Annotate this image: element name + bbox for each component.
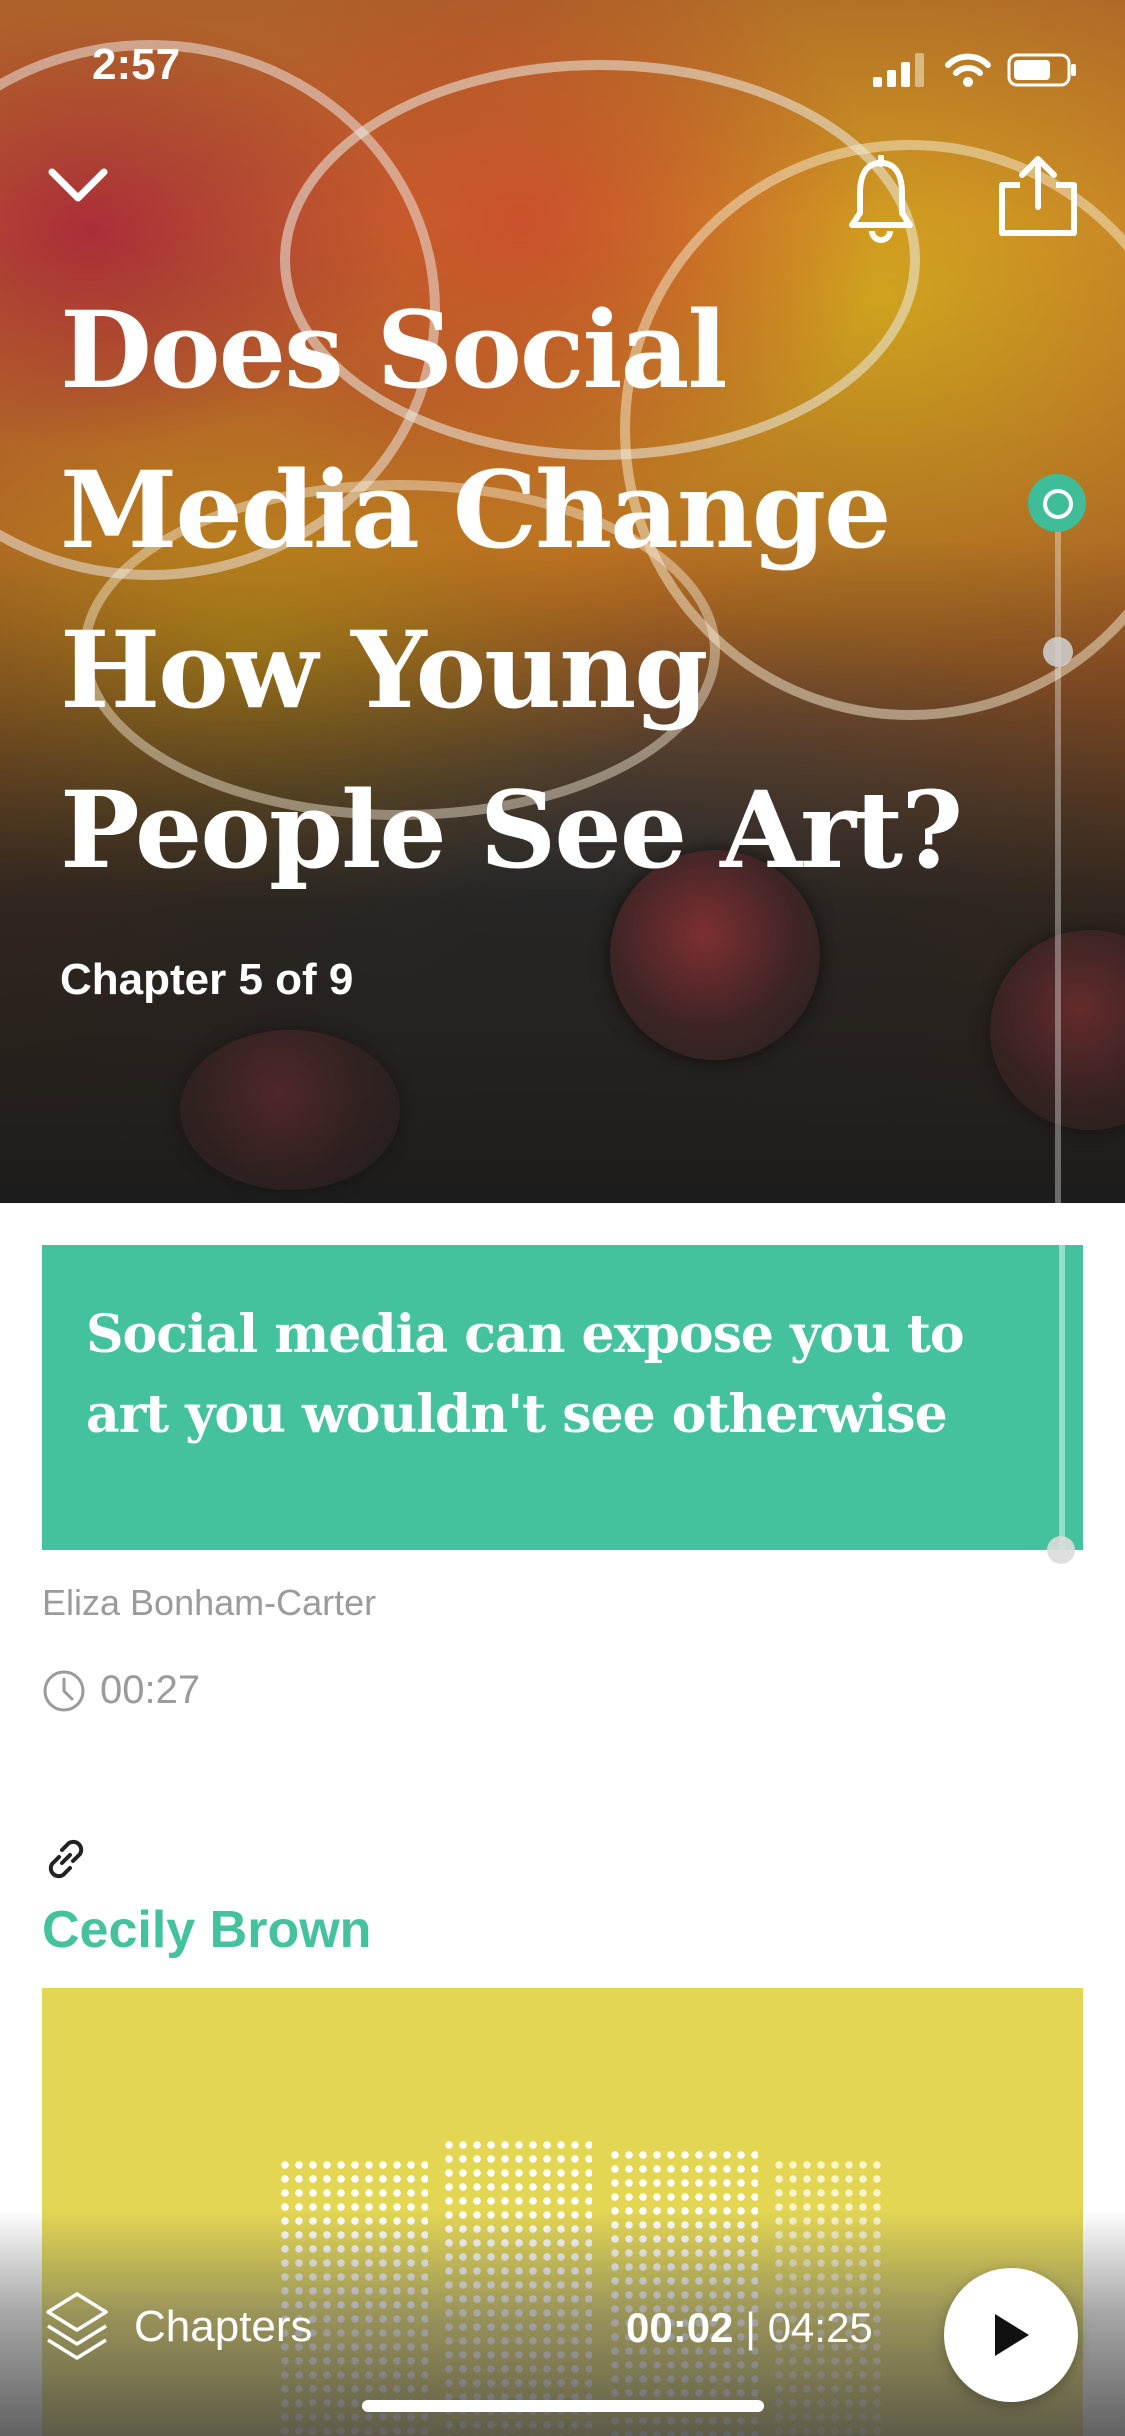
play-button[interactable]	[944, 2268, 1078, 2402]
battery-icon	[1007, 53, 1076, 87]
home-indicator[interactable]	[362, 2400, 764, 2412]
layers-icon	[46, 2292, 108, 2360]
hero-artwork-knob	[180, 1030, 400, 1190]
chapter-progress-current-marker[interactable]	[1028, 474, 1086, 532]
chapter-progress-track	[1055, 500, 1061, 1203]
signal-icon	[873, 53, 924, 87]
quote-card: Social media can expose you to art you w…	[42, 1245, 1083, 1564]
quote-text: Social media can expose you to art you w…	[86, 1304, 965, 1445]
bell-icon[interactable]	[846, 155, 916, 245]
chapter-progress-marker[interactable]	[1047, 1536, 1075, 1564]
page-title: Does Social Media Change How Young Peopl…	[60, 287, 963, 892]
chapters-label: Chapters	[134, 2302, 313, 2351]
duration-value: 00:27	[100, 1668, 201, 1712]
chevron-down-icon[interactable]	[44, 150, 112, 218]
quote-duration: 00:27	[42, 1668, 200, 1713]
current-time: 00:02	[626, 2304, 734, 2351]
status-time: 2:57	[92, 40, 181, 89]
total-time: 04:25	[767, 2304, 873, 2351]
clock-icon	[43, 1670, 85, 1711]
chapter-progress-track	[1059, 1245, 1065, 1550]
chapter-indicator: Chapter 5 of 9	[60, 955, 354, 1004]
share-icon[interactable]	[996, 155, 1080, 239]
quote-author: Eliza Bonham-Carter	[42, 1582, 377, 1623]
hero-section: 2:57 Does Social Media Change How Young …	[0, 0, 1125, 1203]
status-bar: 2:57	[0, 0, 1125, 140]
wifi-icon	[945, 53, 991, 87]
playback-time: 00:02 | 04:25	[626, 2304, 873, 2352]
play-icon	[995, 2314, 1029, 2356]
status-icons	[873, 50, 1077, 90]
link-icon[interactable]	[42, 1835, 90, 1883]
chapter-progress-marker[interactable]	[1043, 637, 1073, 667]
related-artist-link[interactable]: Cecily Brown	[42, 1900, 371, 1960]
time-separator: |	[745, 2304, 757, 2351]
chapters-button[interactable]: Chapters	[44, 2290, 313, 2364]
